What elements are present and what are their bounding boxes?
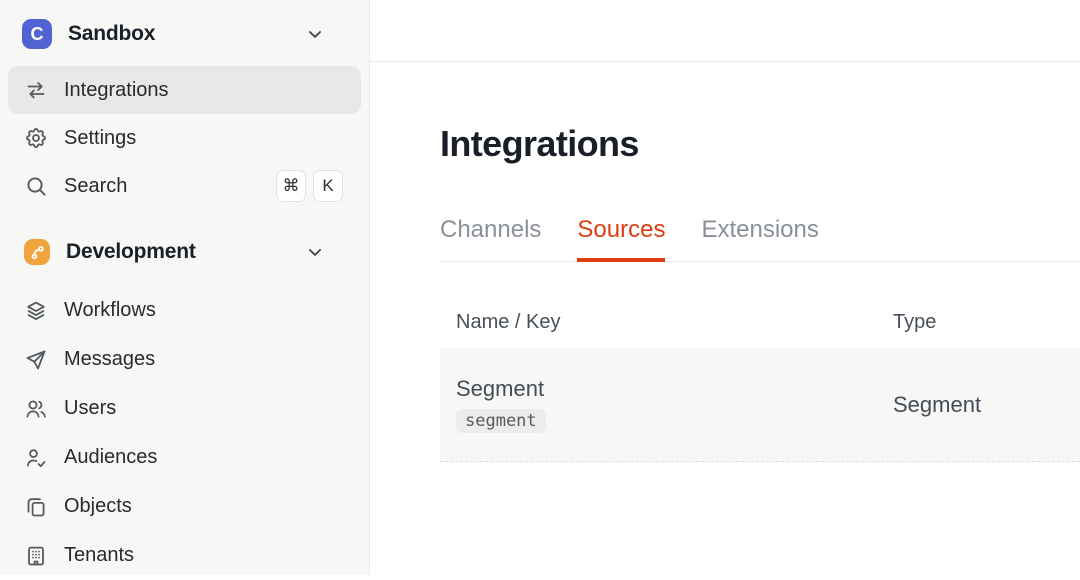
sidebar-item-search[interactable]: Search ⌘ K	[8, 162, 361, 210]
sidebar-nav-top: Integrations Settings Search ⌘ K	[0, 66, 369, 210]
sidebar-item-workflows[interactable]: Workflows	[8, 286, 361, 335]
sidebar-item-users[interactable]: Users	[8, 384, 361, 433]
building-icon	[24, 544, 48, 568]
chevron-down-icon	[304, 23, 326, 45]
sidebar-item-label: Workflows	[64, 299, 156, 321]
type-cell: Segment	[877, 348, 1080, 461]
copy-icon	[24, 495, 48, 519]
source-type: Segment	[893, 391, 982, 417]
k-keycap: K	[313, 170, 343, 202]
name-key-cell: Segment segment	[440, 348, 877, 461]
sidebar-item-label: Tenants	[64, 544, 135, 566]
table-row[interactable]: Segment segment Segment	[440, 348, 1080, 462]
sidebar-item-label: Objects	[64, 495, 132, 517]
sidebar-item-messages[interactable]: Messages	[8, 335, 361, 384]
sidebar-item-objects[interactable]: Objects	[8, 482, 361, 531]
sidebar-item-label: Search	[64, 174, 128, 197]
sidebar-nav-development: Workflows Messages Users Audiences Objec…	[0, 286, 369, 580]
sidebar-item-label: Settings	[64, 126, 137, 149]
sidebar-item-label: Messages	[64, 348, 156, 370]
workspace-name: Sandbox	[68, 22, 156, 45]
sources-table: Name / Key Type Segment segment Segment	[440, 296, 1080, 462]
tab-channels[interactable]: Channels	[440, 216, 541, 262]
source-key-chip: segment	[456, 409, 546, 433]
page-title: Integrations	[440, 123, 639, 164]
chevron-down-icon	[304, 241, 326, 263]
sidebar-item-label: Audiences	[64, 446, 158, 468]
search-shortcut: ⌘ K	[276, 170, 343, 202]
sidebar-section-development[interactable]: Development	[0, 228, 369, 276]
sidebar-item-settings[interactable]: Settings	[8, 114, 361, 162]
person-check-icon	[24, 446, 48, 470]
gear-icon	[24, 126, 48, 150]
sidebar-item-label: Integrations	[64, 78, 169, 101]
tab-sources[interactable]: Sources	[577, 216, 666, 262]
workspace-switcher[interactable]: C Sandbox	[0, 12, 369, 56]
section-label: Development	[66, 240, 196, 263]
topbar	[370, 0, 1080, 62]
column-header-name-key: Name / Key	[456, 310, 561, 333]
sidebar-item-integrations[interactable]: Integrations	[8, 66, 361, 114]
app-window: C Sandbox Integrations Settings Search ⌘…	[0, 0, 1080, 575]
table-header-row: Name / Key Type	[440, 296, 1080, 348]
source-name: Segment	[456, 376, 545, 401]
page-content: Integrations Channels Sources Extensions…	[370, 62, 1080, 462]
tab-extensions[interactable]: Extensions	[701, 216, 818, 262]
cmd-keycap: ⌘	[276, 170, 306, 202]
column-header-type: Type	[893, 310, 937, 333]
swap-arrows-icon	[24, 78, 48, 102]
sidebar-item-label: Users	[64, 397, 117, 419]
sidebar: C Sandbox Integrations Settings Search ⌘…	[0, 0, 370, 575]
sidebar-item-audiences[interactable]: Audiences	[8, 433, 361, 482]
paper-plane-icon	[24, 348, 48, 372]
users-icon	[24, 397, 48, 421]
workspace-logo: C	[22, 19, 52, 49]
main-area: Integrations Channels Sources Extensions…	[370, 0, 1080, 575]
search-icon	[24, 174, 48, 198]
sidebar-item-tenants[interactable]: Tenants	[8, 531, 361, 580]
tab-bar: Channels Sources Extensions	[440, 216, 1080, 262]
layers-icon	[24, 299, 48, 323]
branch-icon	[24, 239, 50, 265]
